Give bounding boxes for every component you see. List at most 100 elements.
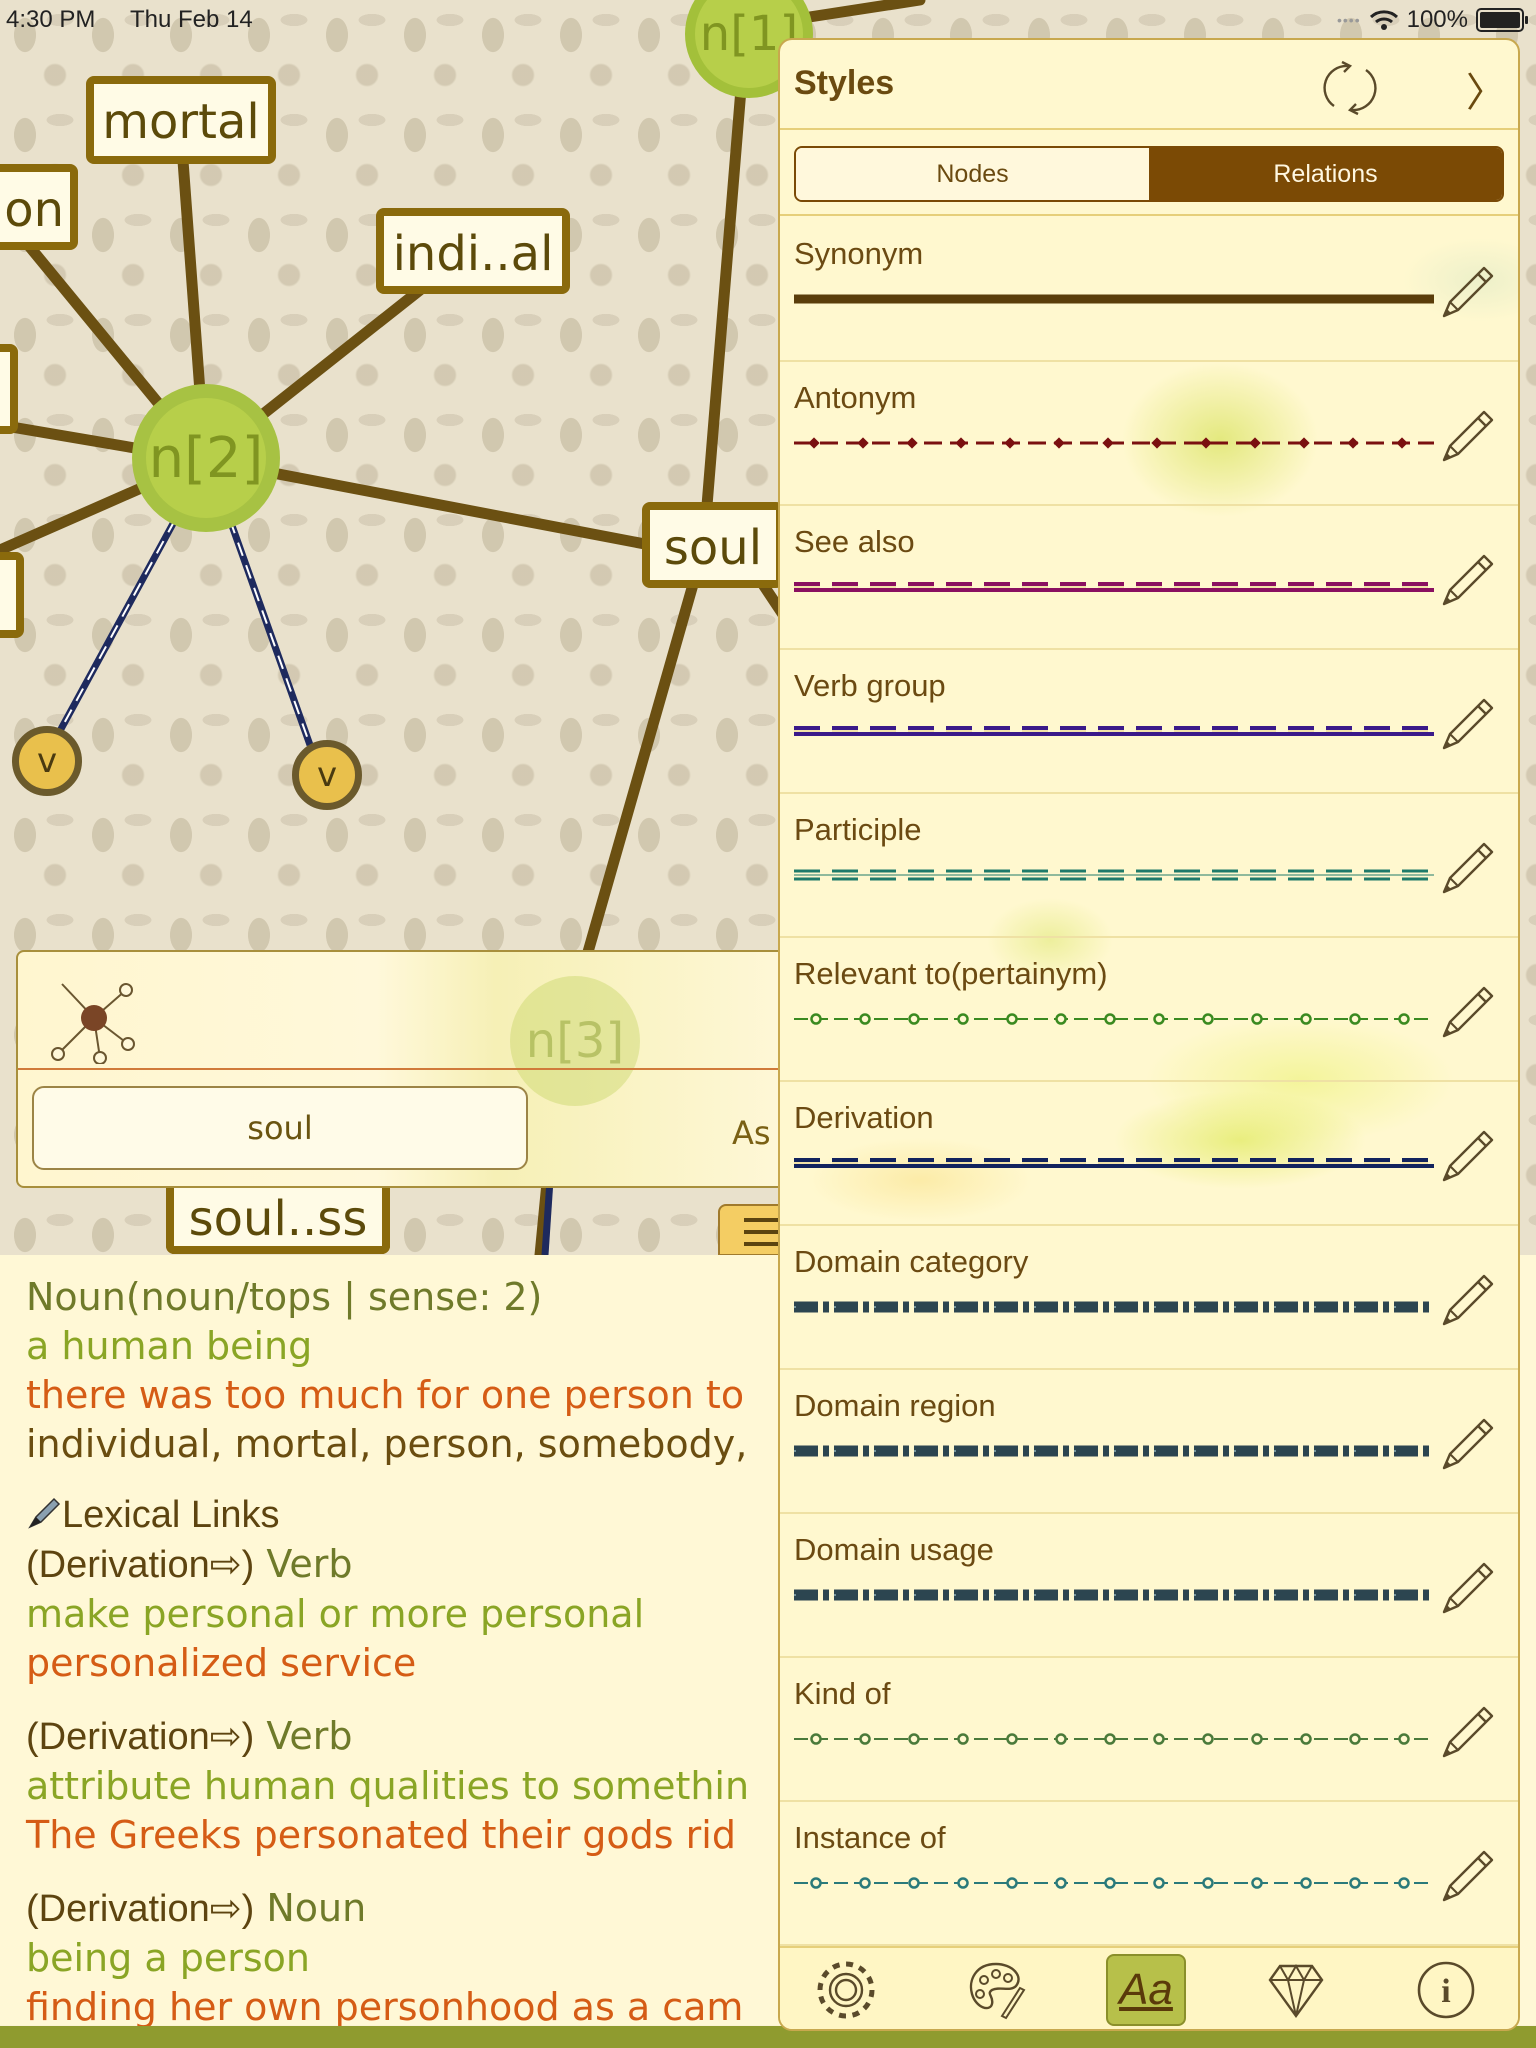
signal-icon: •••• [1337,12,1361,28]
network-icon[interactable] [44,968,140,1064]
relation-row[interactable]: See also [780,506,1518,650]
relation-label: Kind of [794,1676,891,1711]
lexical-links-label: Lexical Links [62,1494,280,1536]
relation-line-preview [794,294,1434,304]
chevron-right-icon[interactable]: 〉 [1466,60,1506,118]
pencil-icon[interactable] [1436,1844,1500,1908]
node-soulness[interactable]: soul..ss [166,1188,390,1254]
pencil-icon[interactable] [1436,404,1500,468]
relation-label: Derivation [794,1100,934,1135]
link-pos: Verb [266,1542,353,1586]
node-n3-label: n[3] [525,1013,625,1069]
relation-line-preview [794,1733,1434,1745]
node-edge-left-1[interactable] [0,344,18,434]
diamond-icon [1268,1963,1324,2019]
ask-button[interactable]: As [732,1114,771,1152]
node-on-label: on [4,182,64,238]
relation-row[interactable]: Derivation [780,1082,1518,1226]
wifi-icon [1369,10,1398,30]
link-relation[interactable]: (Derivation⇨) [26,1544,254,1586]
relation-row[interactable]: Domain region [780,1370,1518,1514]
ask-button-label: As [732,1114,771,1152]
relation-row[interactable]: Instance of [780,1802,1518,1946]
node-soul[interactable]: soul [642,502,784,588]
styles-panel-title: Styles [794,64,895,102]
link-relation[interactable]: (Derivation⇨) [26,1888,254,1930]
bottom-tab-bar: Aa i [780,1946,1518,2029]
refresh-icon[interactable] [1318,58,1382,118]
relation-line-preview [794,1877,1434,1889]
styles-segment-control[interactable]: Nodes Relations [794,146,1504,202]
relation-row[interactable]: Relevant to(pertainym) [780,938,1518,1082]
pen-icon [28,1497,61,1529]
pencil-icon[interactable] [1436,1268,1500,1332]
link-relation[interactable]: (Derivation⇨) [26,1716,254,1758]
pencil-icon[interactable] [1436,1700,1500,1764]
search-panel: n[3] soul As [16,950,816,1188]
relation-row[interactable]: Kind of [780,1658,1518,1802]
relation-label: Antonym [794,380,917,415]
tab-styles[interactable]: Aa [1106,1954,1186,2026]
svg-text:i: i [1441,1973,1450,2010]
relation-row[interactable]: Domain usage [780,1514,1518,1658]
node-n2-label: n[2] [148,425,264,491]
relation-line-preview [794,582,1434,592]
relation-line-preview [794,1589,1434,1601]
relation-label: Verb group [794,668,946,703]
relation-label: Domain region [794,1388,996,1423]
relation-row[interactable]: Participle [780,794,1518,938]
link-pos: Noun [266,1886,367,1930]
relation-row[interactable]: Synonym [780,218,1518,362]
pencil-icon[interactable] [1436,260,1500,324]
node-individual-label: indi..al [392,226,554,282]
tab-settings[interactable] [806,1954,886,2026]
pencil-icon[interactable] [1436,1124,1500,1188]
node-v-right[interactable]: v [292,740,362,810]
gear-icon [817,1961,875,2019]
pencil-icon[interactable] [1436,548,1500,612]
relation-line-preview [794,1301,1434,1313]
tab-theme[interactable] [956,1954,1036,2026]
pencil-icon[interactable] [1436,1556,1500,1620]
node-n2[interactable]: n[2] [132,384,280,532]
node-soul-label: soul [663,520,763,576]
node-on[interactable]: on [0,164,78,250]
relation-line-preview [794,437,1434,449]
relation-label: Domain usage [794,1532,994,1567]
pencil-icon[interactable] [1436,980,1500,1044]
relation-row[interactable]: Domain category [780,1226,1518,1370]
search-panel-divider [18,1068,814,1070]
tab-info[interactable]: i [1406,1954,1486,2026]
status-bar: 4:30 PM Thu Feb 14 •••• 100% [0,0,1536,40]
node-edge-left-2[interactable] [0,552,24,638]
search-query-text: soul [247,1109,313,1147]
node-v-left[interactable]: v [12,726,82,796]
relation-line-preview [794,1445,1434,1457]
node-mortal[interactable]: mortal [86,76,276,164]
node-mortal-label: mortal [102,94,260,150]
relation-label: Participle [794,812,922,847]
node-v-left-label: v [36,741,58,781]
battery-icon [1476,8,1528,32]
relation-line-preview [794,1013,1434,1025]
pencil-icon[interactable] [1436,836,1500,900]
segment-divider [780,214,1518,216]
tab-premium[interactable] [1256,1954,1336,2026]
battery-percent: 100% [1406,6,1468,33]
relation-row[interactable]: Verb group [780,650,1518,794]
tab-nodes[interactable]: Nodes [796,148,1149,200]
styles-panel: Styles 〉 Nodes Relations Synonym Antonym S… [778,38,1520,2031]
relation-label: Relevant to(pertainym) [794,956,1108,991]
search-input[interactable]: soul [32,1086,528,1170]
relation-label: Domain category [794,1244,1029,1279]
node-n3[interactable]: n[3] [510,976,640,1106]
relation-line-preview [794,869,1434,881]
pencil-icon[interactable] [1436,692,1500,756]
font-icon: Aa [1119,1965,1173,2014]
node-individual[interactable]: indi..al [376,208,570,294]
pencil-icon[interactable] [1436,1412,1500,1476]
styles-panel-header: Styles 〉 [780,40,1518,130]
relation-row[interactable]: Antonym [780,362,1518,506]
tab-relations[interactable]: Relations [1149,148,1502,200]
link-pos: Verb [266,1714,353,1758]
